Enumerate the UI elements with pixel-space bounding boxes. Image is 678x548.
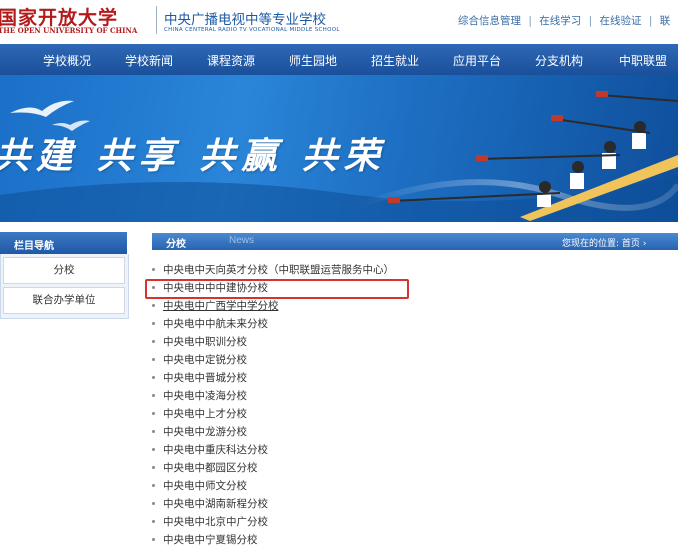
section-title: 分校 xyxy=(166,239,186,250)
university-logo-english: THE OPEN UNIVERSITY OF CHINA xyxy=(0,26,138,35)
list-item[interactable]: 中央电中广西学中学分校 xyxy=(150,298,279,314)
top-link-online-verify[interactable]: 在线验证 xyxy=(599,15,641,27)
list-item[interactable]: 中央电中晋城分校 xyxy=(150,370,247,386)
list-item[interactable]: 中央电中龙游分校 xyxy=(150,424,247,440)
top-link-separator: | xyxy=(648,15,653,27)
sidebar-menu: 分校 联合办学单位 xyxy=(0,254,129,319)
breadcrumb-separator: › xyxy=(642,239,647,249)
list-item[interactable]: 中央电中职训分校 xyxy=(150,334,247,350)
nav-item-alliance[interactable]: 中职联盟 xyxy=(619,52,667,69)
nav-item-news[interactable]: 学校新闻 xyxy=(125,52,173,69)
breadcrumb-label: 您现在的位置: xyxy=(562,239,620,249)
nav-item-courses[interactable]: 课程资源 xyxy=(207,52,255,69)
list-item[interactable]: 中央电中凌海分校 xyxy=(150,388,247,404)
bullet-icon xyxy=(152,411,155,415)
top-link-separator: | xyxy=(588,15,593,27)
list-item[interactable]: 中央电中师文分校 xyxy=(150,478,247,494)
breadcrumb: 您现在的位置: 首页 › xyxy=(562,236,646,249)
list-item[interactable]: 中央电中宁夏锡分校 xyxy=(150,532,258,548)
nav-item-teachers-students[interactable]: 师生园地 xyxy=(289,52,337,69)
bullet-icon xyxy=(152,501,155,505)
site-header: 国家开放大学 THE OPEN UNIVERSITY OF CHINA 中央广播… xyxy=(0,0,678,40)
list-item[interactable]: 中央电中天向英才分校（中职联盟运营服务中心） xyxy=(150,262,394,278)
bullet-icon xyxy=(152,267,155,271)
sidebar-title: 栏目导航 xyxy=(14,241,54,252)
bullet-icon xyxy=(152,321,155,325)
nav-item-platforms[interactable]: 应用平台 xyxy=(453,52,501,69)
bullet-icon xyxy=(152,483,155,487)
bullet-icon xyxy=(152,393,155,397)
list-item[interactable]: 中央电中中航未来分校 xyxy=(150,316,268,332)
hero-banner: 共建 共享 共赢 共荣 xyxy=(0,75,678,222)
content-header: 分校 News 您现在的位置: 首页 › xyxy=(152,233,678,250)
nav-item-branches[interactable]: 分支机构 xyxy=(535,52,583,69)
main-nav: 学校概况 学校新闻 课程资源 师生园地 招生就业 应用平台 分支机构 中职联盟 xyxy=(0,44,678,75)
bullet-icon xyxy=(152,357,155,361)
top-link-info-management[interactable]: 综合信息管理 xyxy=(458,15,521,27)
sidebar-item-joint-units[interactable]: 联合办学单位 xyxy=(3,287,125,314)
bullet-icon xyxy=(152,447,155,451)
school-name: 中央广播电视中等专业学校 xyxy=(164,12,326,28)
sidebar-header: 栏目导航 xyxy=(0,232,127,254)
list-item[interactable]: 中央电中都园区分校 xyxy=(150,460,258,476)
top-link-online-study[interactable]: 在线学习 xyxy=(539,15,581,27)
bullet-icon xyxy=(152,339,155,343)
bullet-icon xyxy=(152,303,155,307)
bullet-icon xyxy=(152,519,155,523)
list-item[interactable]: 中央电中湖南新程分校 xyxy=(150,496,268,512)
bullet-icon xyxy=(152,465,155,469)
nav-item-about[interactable]: 学校概况 xyxy=(43,52,91,69)
top-link-contact[interactable]: 联 xyxy=(660,15,671,27)
list-item[interactable]: 中央电中定锐分校 xyxy=(150,352,247,368)
sidebar-item-branches[interactable]: 分校 xyxy=(3,257,125,284)
nav-item-admissions[interactable]: 招生就业 xyxy=(371,52,419,69)
logo-divider xyxy=(156,6,157,34)
list-item[interactable]: 中央电中重庆科达分校 xyxy=(150,442,268,458)
bullet-icon xyxy=(152,429,155,433)
section-subtitle: News xyxy=(229,235,255,246)
list-item[interactable]: 中央电中北京中广分校 xyxy=(150,514,268,530)
school-name-english: CHINA CENTERAL RADIO TV VOCATIONAL MIDDL… xyxy=(164,27,340,33)
top-links: 综合信息管理 | 在线学习 | 在线验证 | 联 xyxy=(458,13,670,28)
top-link-separator: | xyxy=(528,15,532,27)
bullet-icon xyxy=(152,375,155,379)
list-item[interactable]: 中央电中上才分校 xyxy=(150,406,247,422)
breadcrumb-home[interactable]: 首页 xyxy=(622,239,640,249)
highlight-box xyxy=(145,279,409,299)
bullet-icon xyxy=(152,537,155,541)
banner-slogan: 共建 共享 共赢 共荣 xyxy=(0,135,386,177)
